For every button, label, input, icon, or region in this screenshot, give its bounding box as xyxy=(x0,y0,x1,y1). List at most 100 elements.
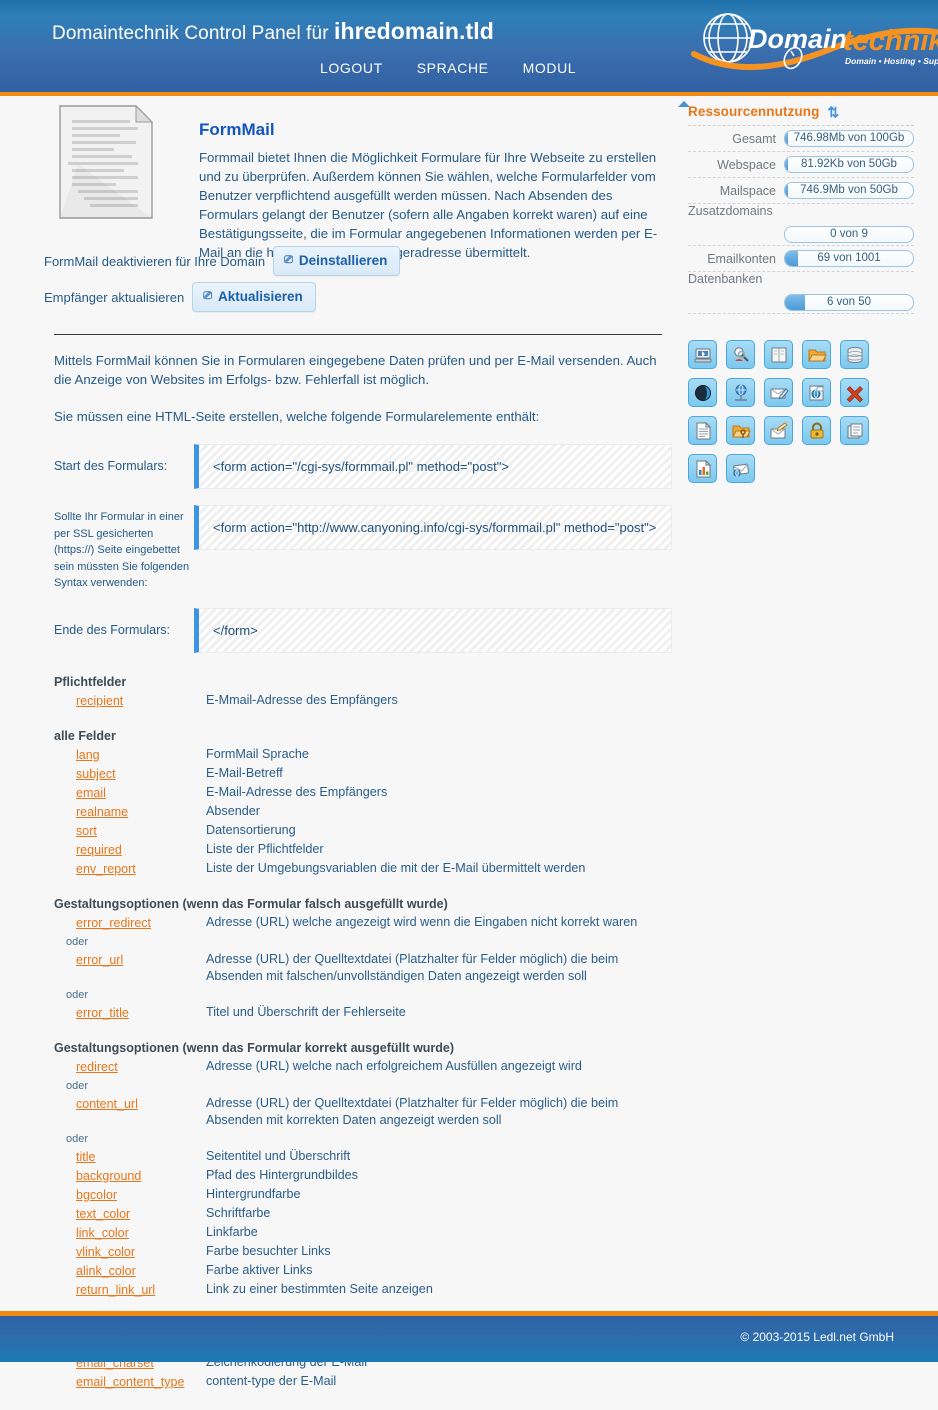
page-footer: © 2003-2015 Ledl.net GmbH xyxy=(0,1316,938,1362)
nav-item-logout[interactable]: LOGOUT xyxy=(320,60,383,76)
nav-item-sprache[interactable]: SPRACHE xyxy=(417,60,489,76)
field-link[interactable]: return_link_url xyxy=(76,1283,155,1297)
envelope-edit-icon[interactable] xyxy=(764,378,793,407)
document-icon[interactable] xyxy=(688,416,717,445)
web-monitor-icon[interactable] xyxy=(802,378,831,407)
reference-item: lang FormMail Sprache xyxy=(54,746,672,765)
field-description: Schriftfarbe xyxy=(206,1206,271,1220)
reference-item: alink_color Farbe aktiver Links xyxy=(54,1262,672,1281)
reference-group-gestaltung-korrekt: Gestaltungsoptionen (wenn das Formular k… xyxy=(54,1041,672,1300)
field-link[interactable]: alink_color xyxy=(76,1264,136,1278)
resource-label: Datenbanken xyxy=(688,272,763,286)
reference-item: error_url Adresse (URL) der Quelltextdat… xyxy=(54,951,672,986)
resource-row-emailkonten: Emailkonten 69 von 1001 xyxy=(688,246,914,272)
resource-row-webspace: Webspace 81.92Kb von 50Gb xyxy=(688,152,914,178)
field-description: content-type der E-Mail xyxy=(206,1374,337,1388)
reference-item: text_color Schriftfarbe xyxy=(54,1205,672,1224)
reference-item: email E-Mail-Adresse des Empfängers xyxy=(54,784,672,803)
resource-bar: 6 von 50 xyxy=(784,294,914,311)
field-link[interactable]: link_color xyxy=(76,1226,129,1240)
update-button-label: Aktualisieren xyxy=(218,289,303,304)
code-label: Sollte Ihr Formular in einer per SSL ges… xyxy=(54,511,190,589)
update-button[interactable]: ⎚ Aktualisieren xyxy=(192,282,316,312)
field-link[interactable]: email_content_type xyxy=(76,1375,184,1389)
field-link[interactable]: content_url xyxy=(76,1097,138,1111)
page-title: Domaintechnik Control Panel für ihredoma… xyxy=(52,18,494,45)
code-snippet[interactable]: <form action="http://www.canyoning.info/… xyxy=(194,505,672,550)
reference-item: redirect Adresse (URL) welche nach erfol… xyxy=(54,1058,672,1077)
reference-item: error_title Titel und Überschrift der Fe… xyxy=(54,1004,672,1023)
reference-group-pflichtfelder: Pflichtfelder recipient E-Mmail-Adresse … xyxy=(54,675,672,711)
field-description: Titel und Überschrift der Fehlerseite xyxy=(206,1005,406,1019)
field-link[interactable]: error_url xyxy=(76,953,123,967)
resource-row-zusatzdomains: Zusatzdomains 0 von 9 xyxy=(688,204,914,246)
update-row: Empfänger aktualisieren ⎚ Aktualisieren xyxy=(44,282,672,312)
field-link[interactable]: realname xyxy=(76,805,128,819)
statistics-icon[interactable] xyxy=(688,454,717,483)
deactivate-label: FormMail deaktivieren für Ihre Domain xyxy=(44,253,266,269)
field-link[interactable]: bgcolor xyxy=(76,1188,117,1202)
uninstall-button[interactable]: ⎚ Deinstallieren xyxy=(273,246,401,276)
code-snippet[interactable]: </form> xyxy=(194,607,672,653)
resource-bar: 746.9Mb von 50Gb xyxy=(784,182,914,199)
mail-write-icon[interactable] xyxy=(764,416,793,445)
reference-item: realname Absender xyxy=(54,803,672,822)
field-link[interactable]: env_report xyxy=(76,862,136,876)
intro-paragraph-1: Mittels FormMail können Sie in Formulare… xyxy=(54,353,657,387)
globe-refresh-icon[interactable] xyxy=(688,378,717,407)
svg-text:Domain: Domain xyxy=(748,24,847,54)
field-link[interactable]: text_color xyxy=(76,1207,130,1221)
mail-settings-icon[interactable] xyxy=(726,454,755,483)
field-description: Adresse (URL) der Quelltextdatei (Platzh… xyxy=(206,1095,618,1129)
page-title-domain: ihredomain.tld xyxy=(334,18,494,44)
lock-icon[interactable] xyxy=(802,416,831,445)
field-link[interactable]: recipient xyxy=(76,694,123,708)
field-link[interactable]: vlink_color xyxy=(76,1245,135,1259)
group-heading: alle Felder xyxy=(54,728,116,743)
field-description: FormMail Sprache xyxy=(206,747,309,761)
logo-tagline: Domain • Hosting • Support xyxy=(845,56,938,66)
code-snippet[interactable]: <form action="/cgi-sys/formmail.pl" meth… xyxy=(194,444,672,489)
resource-row-mailspace: Mailspace 746.9Mb von 50Gb xyxy=(688,178,914,204)
field-link[interactable]: subject xyxy=(76,767,116,781)
delete-x-icon[interactable] xyxy=(840,378,869,407)
computer-icon[interactable] xyxy=(688,340,717,369)
resource-row-datenbanken: Datenbanken 6 von 50 xyxy=(688,272,914,314)
resource-bar: 746.98Mb von 100Gb xyxy=(784,130,914,147)
window-copy-icon: ⎚ xyxy=(203,290,213,302)
reference-item: subject E-Mail-Betreff xyxy=(54,765,672,784)
resource-value: 81.92Kb von 50Gb xyxy=(801,158,897,170)
reference-item: vlink_color Farbe besuchter Links xyxy=(54,1243,672,1262)
domaintechnik-logo[interactable]: Domain technik Domain • Hosting • Suppor… xyxy=(688,8,938,84)
alternative-separator: oder xyxy=(66,1079,89,1092)
field-description: Link zu einer bestimmten Seite anzeigen xyxy=(206,1282,433,1296)
book-icon[interactable] xyxy=(764,340,793,369)
folder-key-icon[interactable] xyxy=(726,416,755,445)
search-user-icon[interactable] xyxy=(726,340,755,369)
nav-item-modul[interactable]: MODUL xyxy=(523,60,577,76)
folder-open-icon[interactable] xyxy=(802,340,831,369)
refresh-icon[interactable]: ⇅ xyxy=(827,105,839,119)
module-body: FormMail Formmail bietet Ihnen die Mögli… xyxy=(199,120,672,262)
copyright-text: © 2003-2015 Ledl.net GmbH xyxy=(740,1330,894,1344)
field-link[interactable]: error_redirect xyxy=(76,916,151,930)
field-description: Adresse (URL) der Quelltextdatei (Platzh… xyxy=(206,951,618,985)
database-icon[interactable] xyxy=(840,340,869,369)
backup-icon[interactable] xyxy=(840,416,869,445)
field-link-wrap: recipient xyxy=(54,692,206,710)
field-link[interactable]: required xyxy=(76,843,122,857)
field-description: Farbe besuchter Links xyxy=(206,1244,331,1258)
reference-item: env_report Liste der Umgebungsvariablen … xyxy=(54,860,672,879)
network-globe-icon[interactable] xyxy=(726,378,755,407)
field-link[interactable]: email xyxy=(76,786,106,800)
field-link[interactable]: background xyxy=(76,1169,141,1183)
field-link[interactable]: title xyxy=(76,1150,95,1164)
field-link[interactable]: sort xyxy=(76,824,97,838)
field-description: Datensortierung xyxy=(206,823,296,837)
field-link[interactable]: error_title xyxy=(76,1006,129,1020)
module-icon-grid xyxy=(688,340,900,483)
field-description: Pfad des Hintergrundbildes xyxy=(206,1168,358,1182)
field-link[interactable]: lang xyxy=(76,748,100,762)
code-row-form-start: Start des Formulars: <form action="/cgi-… xyxy=(54,444,672,489)
field-link[interactable]: redirect xyxy=(76,1060,118,1074)
